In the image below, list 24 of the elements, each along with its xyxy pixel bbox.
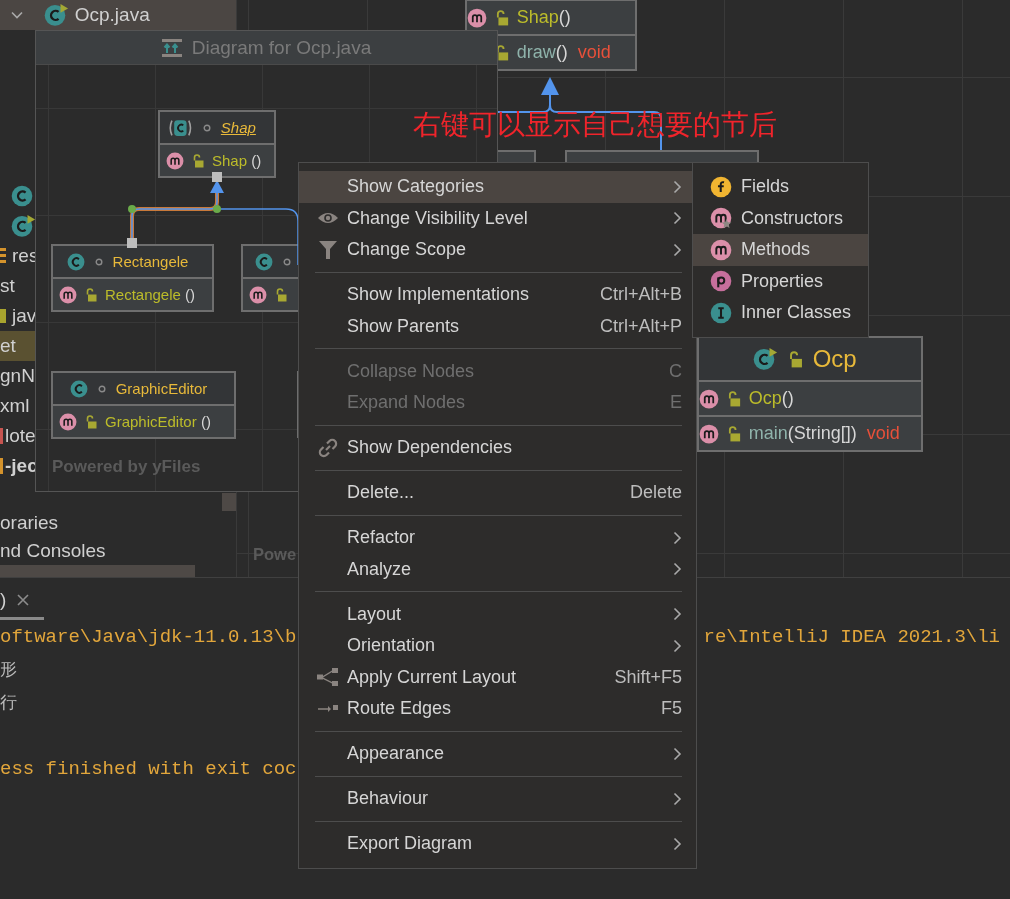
console-output: 形 [0, 658, 17, 681]
class-name: Rectangele [112, 253, 189, 270]
keyboard-shortcut: F5 [661, 698, 682, 720]
keyboard-shortcut: C [669, 360, 682, 382]
member-signature: Ocp() [748, 388, 794, 409]
member-signature: draw() void [516, 42, 611, 63]
class-name: Ocp [812, 345, 857, 373]
member-signature: main(String[]) void [748, 423, 900, 444]
console-output: oftware\Java\jdk-11.0.13\b [0, 625, 297, 648]
member-signature: Shap() [516, 7, 571, 28]
popup-title: Diagram for Ocp.java [191, 36, 372, 59]
keyboard-shortcut: Shift+F5 [614, 666, 682, 688]
keyboard-shortcut: E [670, 392, 682, 414]
console-output: re\IntelliJ IDEA 2021.3\li [703, 625, 1000, 648]
console-output: 行 [0, 691, 17, 714]
class-name: Shap [220, 119, 256, 136]
member-signature: GraphicEditor () [105, 413, 211, 430]
class-name: GraphicEditor [115, 380, 208, 397]
member-signature: Rectangele () [105, 286, 196, 303]
keyboard-shortcut: Ctrl+Alt+B [599, 284, 682, 306]
member-signature: Shap () [212, 152, 262, 169]
keyboard-shortcut: Delete [629, 482, 682, 504]
keyboard-shortcut: Ctrl+Alt+P [599, 315, 682, 337]
console-output: ess finished with exit coc [0, 757, 297, 780]
